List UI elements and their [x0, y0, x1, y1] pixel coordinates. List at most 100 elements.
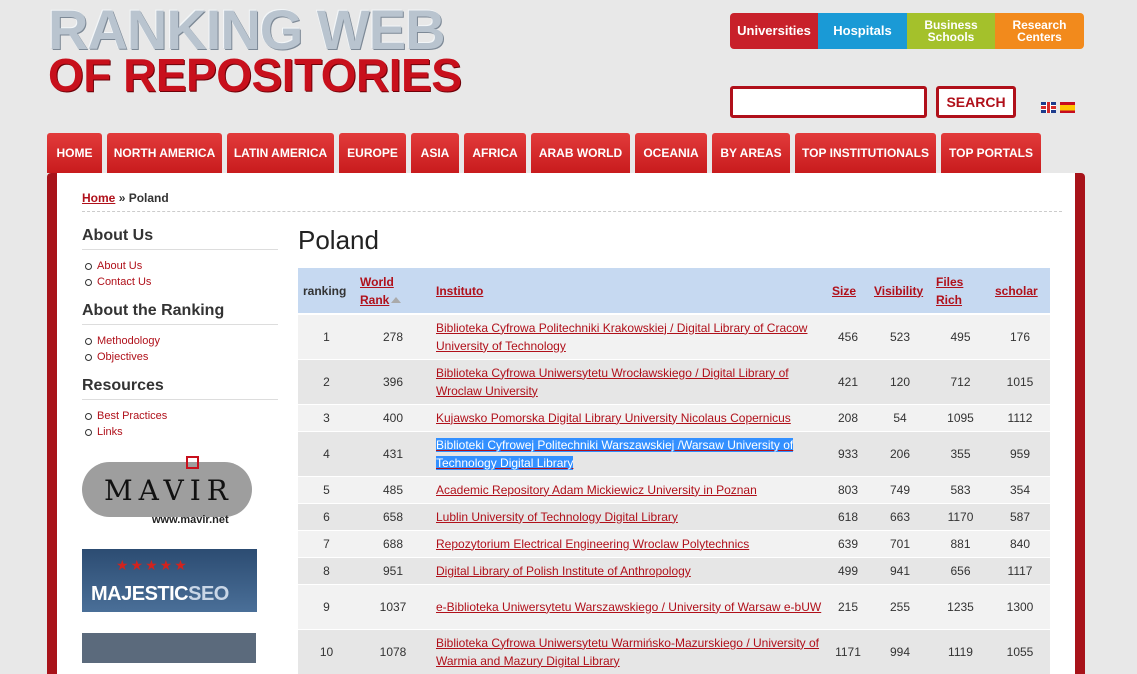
cell-files-rich: 881 [931, 529, 990, 557]
cell-scholar: 1117 [990, 556, 1050, 584]
cell-visibility: 663 [869, 502, 931, 530]
nav-asia[interactable]: ASIA [411, 133, 459, 173]
col-world-rank[interactable]: World Rank [355, 268, 431, 315]
cell-scholar: 959 [990, 430, 1050, 476]
nav-europe[interactable]: EUROPE [339, 133, 406, 173]
mavir-banner[interactable]: MAVIR www.mavir.net [82, 452, 257, 532]
nav-top-portals[interactable]: TOP PORTALS [941, 133, 1041, 173]
cell-instituto-link[interactable]: Biblioteki Cyfrowej Politechniki Warszaw… [431, 430, 827, 476]
cell-size: 499 [827, 556, 869, 584]
cell-files-rich: 583 [931, 475, 990, 503]
breadcrumb-home-link[interactable]: Home [82, 191, 115, 205]
col-visibility[interactable]: Visibility [869, 268, 931, 315]
cell-ranking: 6 [298, 502, 355, 530]
sidebar-list: Methodology Objectives [84, 333, 278, 365]
sidebar-link-about-us[interactable]: About Us [84, 258, 278, 274]
content-area: Home » Poland About Us About Us Contact … [57, 173, 1075, 674]
cell-size: 803 [827, 475, 869, 503]
sidebar-section-title: About Us [82, 227, 278, 250]
table-row: 10 1078 Biblioteka Cyfrowa Uniwersytetu Wa… [298, 628, 1050, 674]
cell-instituto-link[interactable]: Digital Library of Polish Institute of A… [431, 556, 827, 584]
cell-instituto-link[interactable]: Repozytorium Electrical Engineering Wroc… [431, 529, 827, 557]
cell-size: 456 [827, 313, 869, 359]
hospitals-button[interactable]: Hospitals [818, 13, 907, 49]
cell-size: 208 [827, 403, 869, 431]
cell-size: 421 [827, 358, 869, 404]
cell-files-rich: 1095 [931, 403, 990, 431]
nav-oceania[interactable]: OCEANIA [635, 133, 707, 173]
cell-visibility: 523 [869, 313, 931, 359]
table-row: 1 278 Biblioteka Cyfrowa Politechniki Krak… [298, 313, 1050, 359]
cell-ranking: 9 [298, 583, 355, 629]
table-row: 5 485 Academic Repository Adam Mickiewicz … [298, 475, 1050, 503]
english-flag-icon[interactable] [1041, 102, 1056, 113]
table-row: 8 951 Digital Library of Polish Institute … [298, 556, 1050, 584]
sidebar-link-contact-us[interactable]: Contact Us [84, 274, 278, 290]
table-row: 2 396 Biblioteka Cyfrowa Uniwersytetu Wroc… [298, 358, 1050, 404]
majestic-seo-banner[interactable]: ★★★★★ MAJESTICSEO [82, 549, 257, 612]
cell-instituto-link[interactable]: Kujawsko Pomorska Digital Library Univer… [431, 403, 827, 431]
cell-instituto-link[interactable]: Biblioteka Cyfrowa Uniwersytetu Warmińsk… [431, 628, 827, 674]
col-size[interactable]: Size [827, 268, 869, 315]
cell-instituto-link[interactable]: Lublin University of Technology Digital … [431, 502, 827, 530]
business-schools-button[interactable]: Business Schools [907, 13, 995, 49]
cell-scholar: 587 [990, 502, 1050, 530]
cell-scholar: 1055 [990, 628, 1050, 674]
site-logo[interactable]: RANKING WEB OF REPOSITORIES [48, 2, 478, 101]
sidebar-link-best-practices[interactable]: Best Practices [84, 408, 278, 424]
cell-instituto-link[interactable]: Biblioteka Cyfrowa Uniwersytetu Wrocławs… [431, 358, 827, 404]
search-input[interactable] [730, 86, 927, 118]
cell-instituto-link[interactable]: Academic Repository Adam Mickiewicz Univ… [431, 475, 827, 503]
search-button[interactable]: SEARCH [936, 86, 1016, 118]
cell-files-rich: 1235 [931, 583, 990, 629]
sidebar-banner[interactable] [82, 633, 256, 663]
cell-scholar: 354 [990, 475, 1050, 503]
nav-north-america[interactable]: NORTH AMERICA [107, 133, 222, 173]
content-frame: Home » Poland About Us About Us Contact … [47, 173, 1085, 674]
cell-files-rich: 355 [931, 430, 990, 476]
cell-size: 933 [827, 430, 869, 476]
universities-button[interactable]: Universities [730, 13, 818, 49]
sidebar-link-objectives[interactable]: Objectives [84, 349, 278, 365]
cell-files-rich: 656 [931, 556, 990, 584]
cell-ranking: 5 [298, 475, 355, 503]
page-title: Poland [298, 225, 379, 255]
cell-visibility: 994 [869, 628, 931, 674]
main-content: Poland ranking World Rank Instituto Size… [298, 225, 1050, 674]
cell-visibility: 749 [869, 475, 931, 503]
sidebar-link-links[interactable]: Links [84, 424, 278, 440]
nav-home[interactable]: HOME [47, 133, 102, 173]
nav-africa[interactable]: AFRICA [464, 133, 526, 173]
majestic-logo-text: MAJESTICSEO [91, 583, 229, 606]
nav-arab-world[interactable]: ARAB WORLD [531, 133, 630, 173]
cell-visibility: 54 [869, 403, 931, 431]
category-buttons: Universities Hospitals Business Schools … [730, 13, 1084, 49]
nav-top-institutionals[interactable]: TOP INSTITUTIONALS [795, 133, 936, 173]
nav-by-areas[interactable]: BY AREAS [712, 133, 790, 173]
cell-instituto-link[interactable]: e-Biblioteka Uniwersytetu Warszawskiego … [431, 583, 827, 629]
table-row: 3 400 Kujawsko Pomorska Digital Library Un… [298, 403, 1050, 431]
col-files-rich[interactable]: Files Rich [931, 268, 990, 315]
mavir-url: www.mavir.net [152, 514, 229, 526]
cell-ranking: 4 [298, 430, 355, 476]
col-ranking: ranking [298, 268, 355, 315]
cell-world-rank: 396 [355, 358, 431, 404]
cell-ranking: 3 [298, 403, 355, 431]
cell-size: 639 [827, 529, 869, 557]
spanish-flag-icon[interactable] [1060, 102, 1075, 113]
cell-size: 1171 [827, 628, 869, 674]
cell-instituto-link[interactable]: Biblioteka Cyfrowa Politechniki Krakowsk… [431, 313, 827, 359]
selected-text: Biblioteki Cyfrowej Politechniki Warszaw… [436, 437, 794, 470]
col-scholar[interactable]: scholar [990, 268, 1050, 315]
sidebar-list: About Us Contact Us [84, 258, 278, 290]
sidebar-section-title: About the Ranking [82, 302, 278, 325]
nav-latin-america[interactable]: LATIN AMERICA [227, 133, 334, 173]
research-centers-button[interactable]: Research Centers [995, 13, 1084, 49]
sort-arrow-icon [391, 297, 402, 304]
table-row: 4 431 Biblioteki Cyfrowej Politechniki War… [298, 430, 1050, 476]
cell-files-rich: 495 [931, 313, 990, 359]
col-instituto[interactable]: Instituto [431, 268, 827, 315]
cell-scholar: 176 [990, 313, 1050, 359]
cell-ranking: 1 [298, 313, 355, 359]
sidebar-link-methodology[interactable]: Methodology [84, 333, 278, 349]
